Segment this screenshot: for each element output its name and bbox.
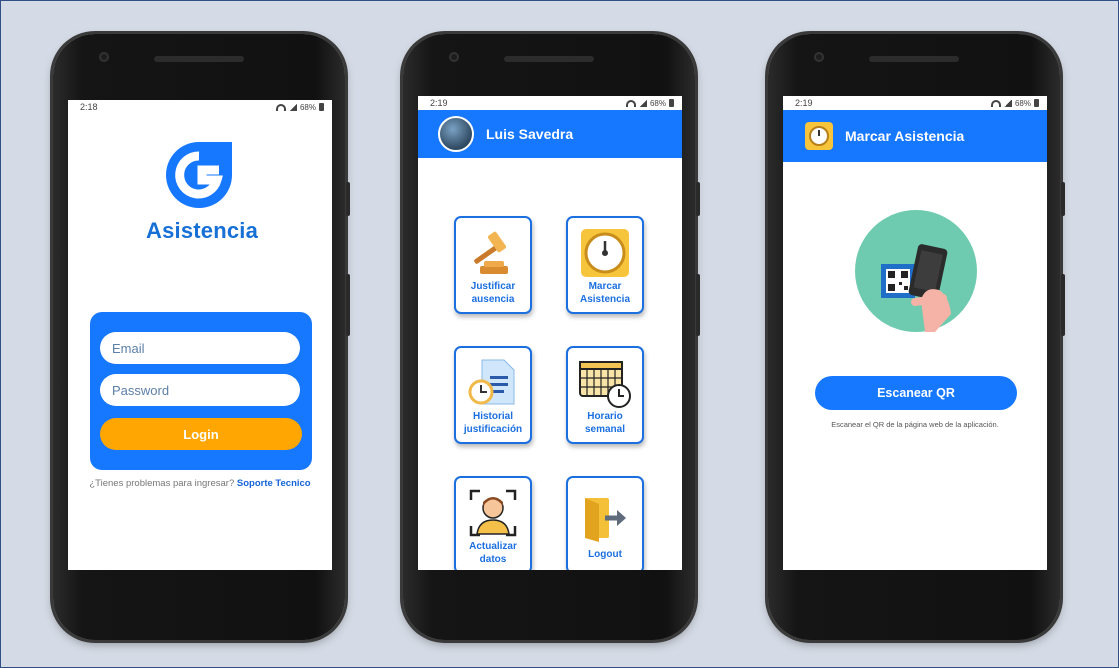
tile-label: Marcar Asistencia: [579, 281, 631, 305]
tile-actualizar-datos[interactable]: Actualizar datos: [454, 476, 532, 570]
tile-label: Historial justificación: [463, 411, 523, 435]
power-button: [696, 182, 700, 216]
power-button: [1061, 182, 1065, 216]
status-time: 2:19: [430, 98, 448, 108]
wifi-icon: [990, 99, 1001, 107]
support-link[interactable]: Soporte Tecnico: [237, 478, 311, 489]
screen-title: Marcar Asistencia: [845, 128, 965, 144]
tile-justificar-ausencia[interactable]: Justificar ausencia: [454, 216, 532, 314]
avatar[interactable]: [438, 116, 474, 152]
signal-icon: [1003, 99, 1012, 107]
qr-scan-illustration: [855, 210, 977, 332]
email-input[interactable]: [100, 332, 300, 364]
front-camera: [99, 52, 109, 62]
tile-label: Actualizar datos: [469, 541, 517, 565]
status-bar: 2:19 68%: [418, 96, 682, 110]
scan-hint: Escanear el QR de la página web de la ap…: [831, 420, 999, 429]
battery-percent: 68%: [299, 102, 316, 112]
login-card: Login: [90, 312, 312, 470]
tile-label: Horario semanal: [584, 411, 626, 435]
front-camera: [449, 52, 459, 62]
volume-button: [346, 274, 350, 336]
user-scan-icon: [469, 489, 517, 537]
phone-marcar: 2:19 68% Marcar Asistencia Escanear QR E…: [768, 34, 1065, 640]
battery-icon: [669, 99, 674, 107]
login-screen: 2:18 68% Asistencia Login ¿Tienes proble…: [68, 100, 332, 570]
logo-text: Asistencia: [146, 218, 259, 243]
gavel-icon: [474, 231, 508, 274]
tile-label: Justificar ausencia: [470, 281, 516, 305]
wifi-icon: [625, 99, 636, 107]
clock-icon: [581, 229, 629, 277]
battery-icon: [319, 103, 324, 111]
power-button: [346, 182, 350, 216]
status-time: 2:18: [80, 102, 98, 112]
logout-icon: [585, 498, 626, 542]
marcar-screen: 2:19 68% Marcar Asistencia Escanear QR E…: [783, 96, 1047, 570]
battery-percent: 68%: [1014, 98, 1031, 108]
logo-g-icon: [166, 142, 232, 208]
user-name: Luis Savedra: [486, 126, 574, 142]
battery-percent: 68%: [649, 98, 666, 108]
tile-horario-semanal[interactable]: Horario semanal: [566, 346, 644, 444]
signal-icon: [288, 103, 297, 111]
phone-login: 2:18 68% Asistencia Login ¿Tienes proble…: [53, 34, 350, 640]
status-bar: 2:18 68%: [68, 100, 332, 114]
menu-screen: 2:19 68% Luis Savedra Justificar ausenci…: [418, 96, 682, 570]
password-input[interactable]: [100, 374, 300, 406]
tile-logout[interactable]: Logout: [566, 476, 644, 570]
battery-icon: [1034, 99, 1039, 107]
front-camera: [814, 52, 824, 62]
clock-icon: [805, 122, 833, 150]
help-line: ¿Tienes problemas para ingresar? Soporte…: [68, 478, 332, 489]
status-bar: 2:19 68%: [783, 96, 1047, 110]
volume-button: [696, 274, 700, 336]
scan-qr-button[interactable]: Escanear QR: [815, 376, 1017, 410]
tile-marcar-asistencia[interactable]: Marcar Asistencia: [566, 216, 644, 314]
help-text: ¿Tienes problemas para ingresar?: [89, 478, 235, 489]
tile-historial-justificacion[interactable]: Historial justificación: [454, 346, 532, 444]
calendar-icon: [579, 361, 631, 408]
wifi-icon: [275, 103, 286, 111]
app-bar: Marcar Asistencia: [783, 110, 1047, 162]
login-button[interactable]: Login: [100, 418, 302, 450]
app-logo: Asistencia: [146, 120, 259, 250]
tile-label: Logout: [588, 549, 622, 560]
volume-button: [1061, 274, 1065, 336]
status-time: 2:19: [795, 98, 813, 108]
signal-icon: [638, 99, 647, 107]
app-bar: Luis Savedra: [418, 110, 682, 158]
document-history-icon: [468, 359, 515, 405]
phone-menu: 2:19 68% Luis Savedra Justificar ausenci…: [403, 34, 700, 640]
